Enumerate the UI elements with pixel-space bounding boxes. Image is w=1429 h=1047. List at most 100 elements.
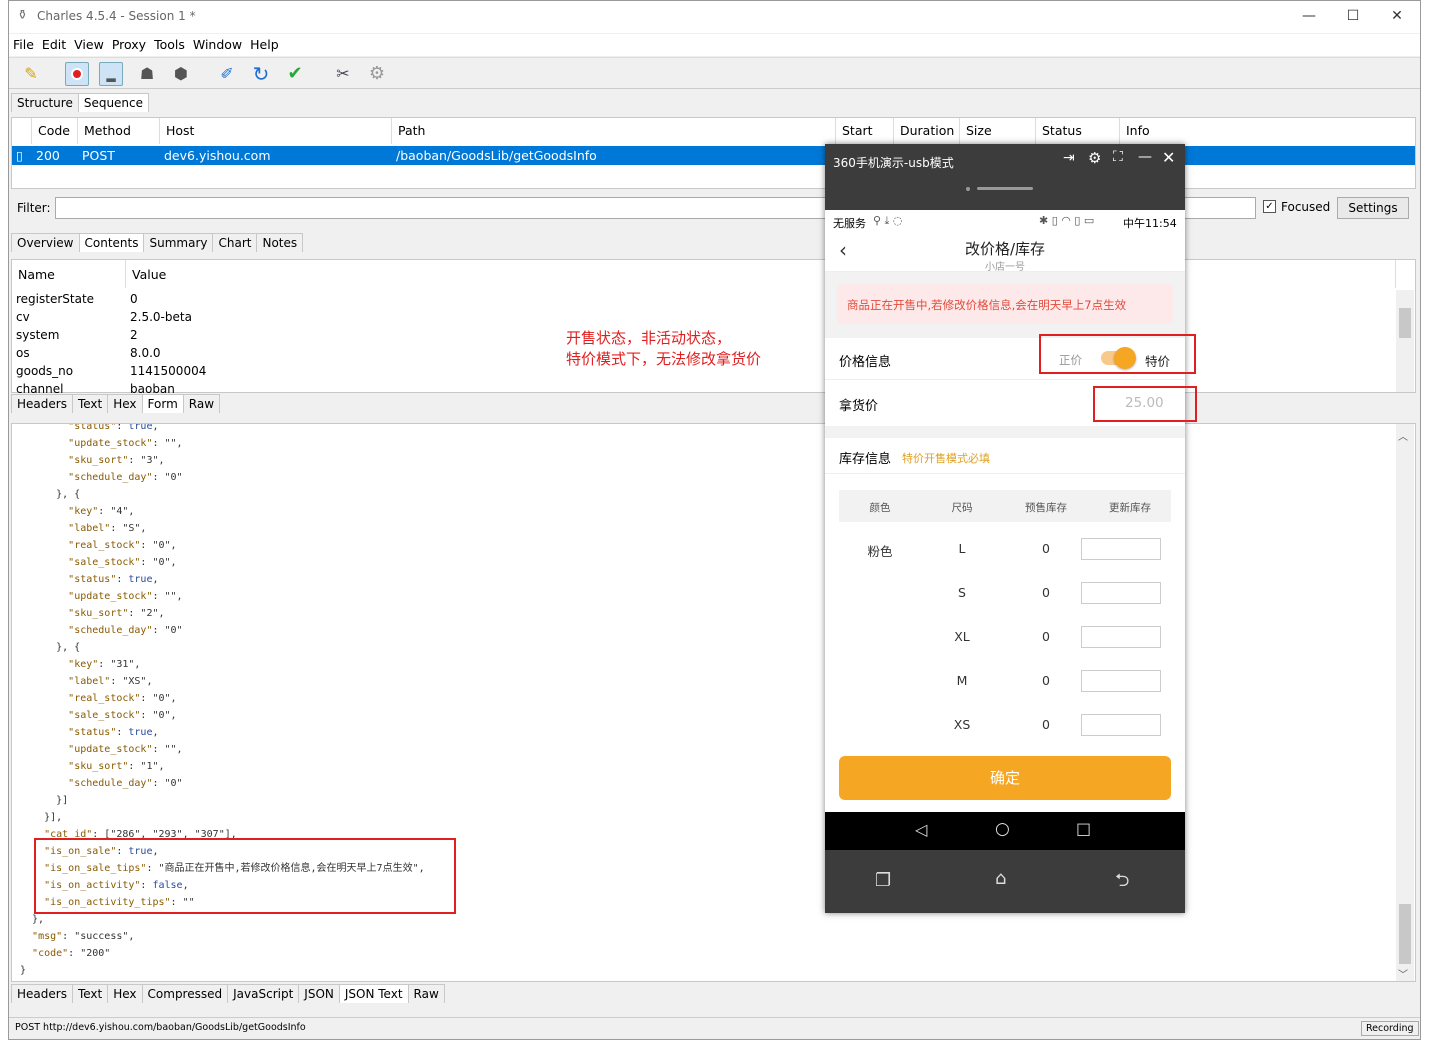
close-icon[interactable]: ✕ [1162,148,1175,167]
col-path[interactable]: Path [392,118,836,144]
page-title: 改价格/库存 [964,240,1046,258]
tab-sequence[interactable]: Sequence [77,93,150,112]
response-scrollbar[interactable]: ︿ ﹀ [1396,424,1414,981]
tab-contents[interactable]: Contents [78,233,145,252]
request-tabs: Headers Text Hex Form Raw [11,394,221,413]
status-bar: POST http://dev6.yishou.com/baoban/Goods… [9,1017,1420,1039]
menu-window[interactable]: Window [189,34,246,55]
col-start[interactable]: Start [836,118,894,144]
record-icon[interactable] [65,62,89,86]
col-code[interactable]: Code [32,118,78,144]
menu-file[interactable]: File [9,34,38,55]
update-stock-input[interactable] [1081,582,1161,604]
response-json-text[interactable]: "status": true, "update_stock": "", "sku… [11,423,1416,982]
broom-icon[interactable]: ✎ [19,62,43,86]
col-size[interactable]: Size [960,118,1036,144]
multitask-icon[interactable]: ❐ [875,870,891,891]
stop-icon[interactable]: ⬢ [169,62,193,86]
request-icon: ▯ [16,148,23,163]
tab-notes[interactable]: Notes [256,233,304,252]
resp-tab-javascript[interactable]: JavaScript [227,984,300,1003]
resp-tab-hex[interactable]: Hex [107,984,143,1003]
menu-edit[interactable]: Edit [38,34,70,55]
highlight-box-toggle [1039,334,1196,374]
tools-icon[interactable]: ✂ [331,62,355,86]
window-title: Charles 4.5.4 - Session 1 * [37,9,196,23]
minimize-icon[interactable]: — [1138,149,1152,165]
col-info[interactable]: Info [1120,118,1416,144]
android-nav-bar: ◁ ○ □ [825,812,1185,850]
table-row[interactable]: cv 2.5.0-beta [12,308,1396,326]
highlight-box-cost [1093,386,1197,422]
tab-summary[interactable]: Summary [143,233,214,252]
tab-structure[interactable]: Structure [11,93,79,112]
update-stock-input[interactable] [1081,670,1161,692]
update-stock-input[interactable] [1081,626,1161,648]
req-tab-text[interactable]: Text [71,394,109,413]
req-tab-form[interactable]: Form [141,394,184,413]
req-tab-hex[interactable]: Hex [107,394,143,413]
menu-bar: File Edit View Proxy Tools Window Help [9,34,1420,56]
check-icon[interactable]: ✔ [283,62,307,86]
minimize-button[interactable]: — [1289,5,1329,27]
turtle-icon[interactable]: ☗ [135,62,159,86]
recording-indicator[interactable]: Recording [1361,1021,1419,1036]
response-tabs: Headers Text Hex Compressed JavaScript JSON JS… [11,984,445,1003]
back-nav-icon[interactable]: ◁ [915,820,927,839]
menu-tools[interactable]: Tools [150,34,189,55]
pin-icon[interactable]: ⇥ [1063,150,1075,166]
stock-row: XL 0 [839,622,1171,652]
menu-proxy[interactable]: Proxy [108,34,150,55]
table-row[interactable]: ▯ 200 POST dev6.yishou.com /baoban/Goods… [12,146,1415,165]
resp-tab-headers[interactable]: Headers [11,984,73,1003]
update-stock-input[interactable] [1081,714,1161,736]
android-status-bar: 无服务 ⚲ ⤓ ◌ ✱ ▯ ◠ ▯ ▭ 中午11:54 [825,210,1185,232]
resp-tab-text[interactable]: Text [71,984,109,1003]
stock-row: S0 [839,578,1171,608]
settings-button[interactable]: Settings [1337,197,1409,219]
close-button[interactable]: ✕ [1377,5,1417,27]
charles-window: ⚱ Charles 4.5.4 - Session 1 * — ☐ ✕ File… [8,0,1421,1040]
resp-tab-json[interactable]: JSON [298,984,340,1003]
menu-view[interactable]: View [70,34,108,55]
recent-nav-icon[interactable]: □ [1076,819,1091,838]
confirm-button[interactable]: 确定 [839,756,1171,800]
notice-banner: 商品正在开售中,若修改价格信息,会在明天早上7点生效 [837,284,1173,324]
gear-icon[interactable]: ⚙ [365,62,389,86]
signal-icons: ✱ ▯ ◠ ▯ ▭ [1039,214,1095,227]
detail-tabs: Overview Contents Summary Chart Notes [11,233,304,252]
refresh-icon[interactable]: ↻ [249,62,273,86]
throttle-icon[interactable]: ▂ [99,62,123,86]
settings-icon[interactable]: ⚙ [1088,149,1101,167]
mirror-control-bar: ❐ ⌂ ⮌ [825,850,1185,913]
notification-icons: ⚲ ⤓ ◌ [873,214,903,227]
menu-help[interactable]: Help [246,34,283,55]
stock-table-header: 颜色 尺码 预售库存 更新库存 [839,490,1171,522]
tab-overview[interactable]: Overview [11,233,80,252]
table-row[interactable]: registerState 0 [12,290,1396,308]
resp-tab-raw[interactable]: Raw [407,984,445,1003]
filter-bar: Filter: ✓ Focused Settings [11,194,1416,222]
col-host[interactable]: Host [160,118,392,144]
col-duration[interactable]: Duration [894,118,960,144]
col-method[interactable]: Method [78,118,160,144]
stock-row: XS 0 [839,710,1171,740]
request-form-table: Name Value registerState 0 cv 2.5.0-beta sys… [11,259,1416,396]
return-icon[interactable]: ⮌ [1115,868,1129,898]
maximize-button[interactable]: ☐ [1333,5,1373,27]
view-tabs: Structure Sequence [11,93,150,112]
tab-chart[interactable]: Chart [212,233,258,252]
resp-tab-compressed[interactable]: Compressed [141,984,229,1003]
pen-icon[interactable]: ✐ [215,62,239,86]
update-stock-input[interactable] [1081,538,1161,560]
col-status[interactable]: Status [1036,118,1120,144]
home-nav-icon[interactable]: ○ [995,819,1010,839]
fullscreen-icon[interactable]: ⛶ [1113,149,1123,165]
req-tab-headers[interactable]: Headers [11,394,73,413]
req-tab-raw[interactable]: Raw [182,394,221,413]
focused-checkbox[interactable]: ✓ [1263,200,1276,213]
stock-info-row: 库存信息 特价开售模式必填 [825,438,1185,474]
resp-tab-json-text[interactable]: JSON Text [338,984,409,1003]
house-icon[interactable]: ⌂ [995,868,1006,889]
request-scrollbar[interactable] [1396,290,1414,392]
